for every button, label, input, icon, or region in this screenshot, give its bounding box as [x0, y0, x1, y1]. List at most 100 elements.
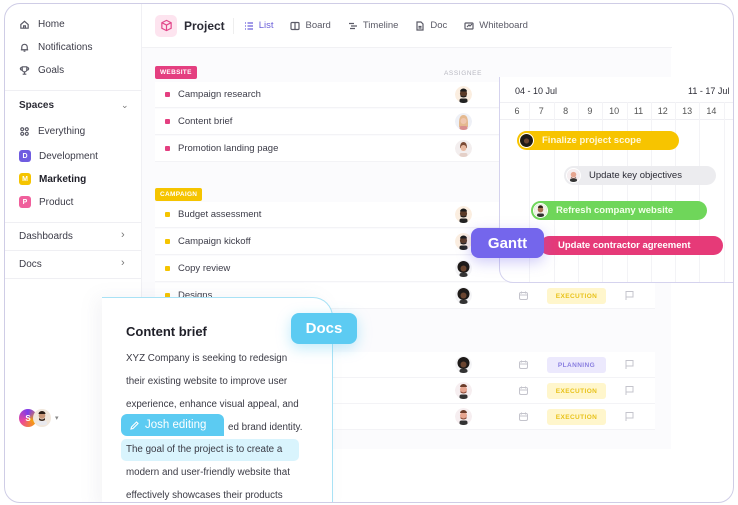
gantt-bar[interactable]: Update key objectives — [564, 166, 716, 185]
week-label: 11 - 17 Jul — [688, 86, 730, 96]
calendar-icon[interactable] — [518, 411, 529, 422]
tab-list[interactable]: List — [244, 20, 274, 31]
chevron-right-icon[interactable]: › — [121, 229, 125, 241]
divider — [5, 90, 141, 91]
assignee-avatar[interactable] — [455, 408, 472, 425]
list-icon — [244, 21, 253, 30]
gantt-badge[interactable]: Gantt — [471, 228, 544, 258]
gantt-bar[interactable]: Finalize project scope — [517, 131, 679, 150]
task-status-dot — [165, 239, 170, 244]
task-status-dot — [165, 212, 170, 217]
home-icon — [20, 20, 29, 29]
task-name[interactable]: Campaign kickoff — [178, 236, 251, 247]
whiteboard-icon — [464, 21, 474, 30]
flag-icon[interactable] — [624, 411, 635, 422]
calendar-icon[interactable] — [518, 290, 529, 301]
assignee-avatar[interactable] — [455, 140, 472, 157]
grid-line — [723, 102, 725, 282]
week-label: 04 - 10 Jul — [515, 86, 558, 96]
assignee-avatar[interactable] — [455, 287, 472, 304]
doc-text-line: effectively showcases their products — [126, 490, 283, 501]
space-development[interactable]: D Development — [19, 150, 98, 162]
group-label-campaign[interactable]: CAMPAIGN — [155, 188, 203, 201]
task-name[interactable]: Budget assessment — [178, 209, 261, 220]
grid-line — [577, 102, 579, 282]
sidebar-item-dashboards[interactable]: Dashboards — [19, 231, 73, 242]
editing-label: Josh editing — [145, 419, 207, 431]
project-title: Project — [184, 18, 225, 33]
doc-icon — [416, 20, 424, 31]
doc-text-line: modern and user-friendly website that — [126, 467, 290, 478]
day-label: 13 — [682, 106, 693, 116]
teammate-avatar — [33, 409, 51, 427]
sidebar-item-notifications[interactable]: Notifications — [19, 42, 92, 53]
tab-label: Whiteboard — [479, 20, 528, 31]
assignee-avatar[interactable] — [455, 113, 472, 130]
task-status-dot — [165, 266, 170, 271]
assignee-avatar[interactable] — [455, 356, 472, 373]
status-badge[interactable]: EXECUTION — [547, 383, 606, 399]
space-marketing[interactable]: M Marketing — [19, 173, 86, 185]
assignee-avatar[interactable] — [455, 260, 472, 277]
task-name[interactable]: Copy review — [178, 263, 230, 274]
grid-line — [650, 102, 652, 282]
grid-line — [675, 102, 677, 282]
task-name[interactable]: Promotion landing page — [178, 143, 278, 154]
sidebar-item-label: Goals — [38, 65, 65, 76]
tab-board[interactable]: Board — [290, 20, 331, 31]
task-name[interactable]: Campaign research — [178, 89, 261, 100]
chevron-down-icon[interactable]: ⌄ — [121, 100, 129, 111]
flag-icon[interactable] — [624, 290, 635, 301]
group-label-website[interactable]: WEBSITE — [155, 66, 197, 79]
assignee-avatar[interactable] — [455, 206, 472, 223]
tab-whiteboard[interactable]: Whiteboard — [464, 20, 528, 31]
grid-dots-icon — [20, 127, 29, 136]
grid-line — [602, 102, 604, 282]
assignee-avatar[interactable] — [455, 233, 472, 250]
gantt-bar-label: Finalize project scope — [542, 135, 642, 146]
task-status-dot — [165, 146, 170, 151]
tab-doc[interactable]: Doc — [415, 20, 447, 31]
divider — [5, 250, 141, 251]
sidebar-item-home[interactable]: Home — [19, 19, 65, 30]
flag-icon[interactable] — [624, 385, 635, 396]
flag-icon[interactable] — [624, 359, 635, 370]
spaces-heading: Spaces — [19, 100, 55, 111]
sidebar-item-label: Notifications — [38, 42, 93, 53]
sidebar-item-docs[interactable]: Docs — [19, 259, 42, 270]
timeline-icon — [348, 22, 357, 29]
chevron-right-icon[interactable]: › — [121, 257, 125, 269]
calendar-icon[interactable] — [518, 385, 529, 396]
sidebar-item-goals[interactable]: Goals — [19, 65, 64, 76]
user-menu[interactable]: S ▾ — [19, 409, 59, 427]
cube-icon — [155, 14, 177, 37]
tab-timeline[interactable]: Timeline — [348, 20, 398, 31]
sidebar-item-everything[interactable]: Everything — [19, 126, 85, 137]
gantt-bar[interactable]: Update contractor agreement — [540, 236, 723, 255]
space-product[interactable]: P Product — [19, 196, 73, 208]
doc-text-line: their existing website to improve user — [126, 376, 288, 387]
sidebar: Home Notifications Goals Spaces ⌄ Everyt… — [5, 4, 141, 304]
assignee-avatar[interactable] — [455, 86, 472, 103]
gantt-bar[interactable]: Refresh company website — [531, 201, 707, 220]
status-badge[interactable]: PLANNING — [547, 357, 606, 373]
assignee-avatar[interactable] — [455, 382, 472, 399]
task-status-dot — [165, 119, 170, 124]
column-header-assignee[interactable]: ASSIGNEE — [444, 70, 482, 77]
gantt-bar-label: Update contractor agreement — [558, 240, 691, 251]
project-header: Project List Board Timeline Doc Whiteboa… — [142, 4, 672, 48]
space-avatar-icon: M — [19, 173, 31, 185]
task-name[interactable]: Content brief — [178, 116, 232, 127]
day-label: 14 — [706, 106, 717, 116]
calendar-icon[interactable] — [518, 359, 529, 370]
doc-title: Content brief — [126, 324, 207, 339]
space-avatar-icon: D — [19, 150, 31, 162]
tab-label: List — [258, 20, 274, 31]
docs-badge[interactable]: Docs — [291, 313, 357, 344]
status-badge[interactable]: EXECUTION — [547, 288, 606, 304]
doc-text-line: experience, enhance visual appeal, and — [126, 399, 299, 410]
status-badge[interactable]: EXECUTION — [547, 409, 606, 425]
day-label: 9 — [587, 106, 593, 116]
divider — [232, 17, 234, 34]
grid-line — [553, 102, 555, 282]
